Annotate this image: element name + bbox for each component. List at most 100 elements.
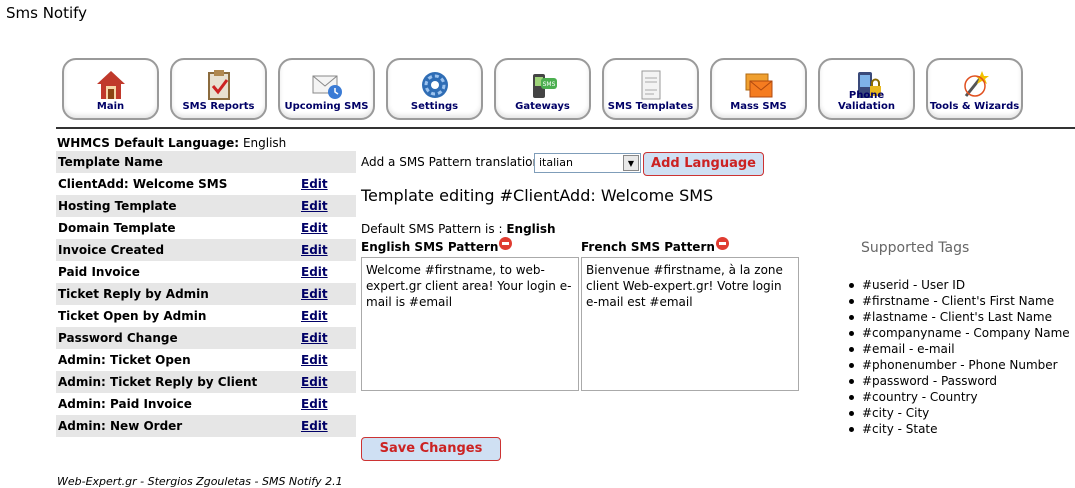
template-name: Admin: New Order: [58, 419, 183, 433]
footer: Web-Expert.gr - Stergios Zgouletas - SMS…: [57, 475, 343, 488]
house-icon: [96, 71, 125, 99]
wand-tools-icon: [963, 71, 989, 97]
toolbar-tools-wizards-label: Tools & Wizards: [929, 101, 1020, 112]
list-item: #lastname - Client's Last Name: [849, 309, 1070, 325]
template-name: Paid Invoice: [58, 265, 140, 279]
language-select-value: italian: [539, 156, 573, 169]
template-name: Admin: Ticket Open: [58, 353, 191, 367]
french-pattern-textarea[interactable]: Bienvenue #firstname, à la zone client W…: [581, 257, 799, 391]
add-language-button[interactable]: Add Language: [643, 152, 764, 176]
chevron-down-icon[interactable]: ▼: [623, 155, 639, 171]
toolbar-sms-reports-button[interactable]: SMS Reports: [170, 58, 267, 120]
template-document-icon: [641, 70, 660, 100]
table-row: Admin: Ticket Open Edit: [56, 349, 356, 371]
edit-link[interactable]: Edit: [301, 419, 328, 433]
template-name: Ticket Reply by Admin: [58, 287, 209, 301]
phone-sms-icon: SMS: [532, 74, 557, 98]
french-pattern-title: French SMS Pattern: [581, 240, 715, 254]
english-pattern-textarea[interactable]: Welcome #firstname, to web-expert.gr cli…: [361, 257, 579, 391]
whmcs-language-label: WHMCS Default Language:: [57, 136, 240, 150]
edit-link[interactable]: Edit: [301, 243, 328, 257]
toolbar-mass-sms-button[interactable]: Mass SMS: [710, 58, 807, 120]
template-name-header: Template Name: [58, 155, 163, 169]
clipboard-check-icon: [207, 70, 230, 100]
header-divider: [56, 127, 1075, 129]
table-row: Admin: Ticket Reply by Client Edit: [56, 371, 356, 393]
edit-link[interactable]: Edit: [301, 265, 328, 279]
remove-icon[interactable]: [715, 236, 729, 250]
table-row: Invoice Created Edit: [56, 239, 356, 261]
edit-link[interactable]: Edit: [301, 287, 328, 301]
list-item: #companyname - Company Name: [849, 325, 1070, 341]
list-item: #city - State: [849, 421, 1070, 437]
table-row: Password Change Edit: [56, 327, 356, 349]
template-name: Invoice Created: [58, 243, 165, 257]
language-select[interactable]: italian ▼: [534, 153, 641, 173]
table-row: Ticket Reply by Admin Edit: [56, 283, 356, 305]
table-row: Paid Invoice Edit: [56, 261, 356, 283]
edit-link[interactable]: Edit: [301, 177, 328, 191]
template-name: Admin: Ticket Reply by Client: [58, 375, 258, 389]
table-row: Admin: New Order Edit: [56, 415, 356, 437]
template-name: Hosting Template: [58, 199, 177, 213]
default-pattern-value: English: [506, 222, 556, 236]
toolbar-phone-validation-button[interactable]: Phone Validation: [818, 58, 915, 120]
toolbar-main-label: Main: [96, 101, 125, 112]
template-name: Admin: Paid Invoice: [58, 397, 192, 411]
table-row: Admin: Paid Invoice Edit: [56, 393, 356, 415]
toolbar-sms-templates-button[interactable]: SMS Templates: [602, 58, 699, 120]
table-row: Hosting Template Edit: [56, 195, 356, 217]
template-table: Template Name ClientAdd: Welcome SMS Edi…: [56, 151, 356, 437]
edit-link[interactable]: Edit: [301, 353, 328, 367]
save-changes-button[interactable]: Save Changes: [361, 437, 501, 461]
list-item: #email - e-mail: [849, 341, 1070, 357]
edit-link[interactable]: Edit: [301, 199, 328, 213]
svg-text:SMS: SMS: [542, 81, 555, 88]
template-name: Domain Template: [58, 221, 176, 235]
supported-tags-title: Supported Tags: [861, 240, 970, 256]
main-toolbar: Main SMS Reports Upcoming SMS Settings S…: [62, 58, 1024, 120]
add-translation-label: Add a SMS Pattern translation:: [361, 155, 545, 169]
gear-icon: [421, 72, 448, 98]
app-title: Sms Notify: [6, 4, 88, 22]
envelope-clock-icon: [312, 75, 342, 99]
edit-link[interactable]: Edit: [301, 331, 328, 345]
french-pattern-label: French SMS Pattern: [581, 236, 729, 254]
editing-title: Template editing #ClientAdd: Welcome SMS: [361, 186, 714, 205]
toolbar-gateways-label: Gateways: [515, 101, 570, 112]
toolbar-main-button[interactable]: Main: [62, 58, 159, 120]
toolbar-gateways-button[interactable]: SMS Gateways: [494, 58, 591, 120]
list-item: #city - City: [849, 405, 1070, 421]
envelopes-icon: [745, 73, 772, 98]
toolbar-sms-reports-label: SMS Reports: [182, 101, 255, 112]
toolbar-upcoming-sms-button[interactable]: Upcoming SMS: [278, 58, 375, 120]
template-name: Ticket Open by Admin: [58, 309, 207, 323]
english-pattern-title: English SMS Pattern: [361, 240, 499, 254]
list-item: #phonenumber - Phone Number: [849, 357, 1070, 373]
list-item: #password - Password: [849, 373, 1070, 389]
table-row: ClientAdd: Welcome SMS Edit: [56, 173, 356, 195]
toolbar-mass-sms-label: Mass SMS: [730, 101, 787, 112]
supported-tags-list: #userid - User ID #firstname - Client's …: [849, 277, 1070, 437]
table-row: Domain Template Edit: [56, 217, 356, 239]
template-table-header: Template Name: [56, 151, 356, 173]
edit-link[interactable]: Edit: [301, 397, 328, 411]
list-item: #firstname - Client's First Name: [849, 293, 1070, 309]
whmcs-language-value: English: [242, 136, 287, 150]
edit-link[interactable]: Edit: [301, 375, 328, 389]
toolbar-sms-templates-label: SMS Templates: [607, 101, 694, 112]
edit-link[interactable]: Edit: [301, 221, 328, 235]
toolbar-settings-label: Settings: [410, 101, 459, 112]
toolbar-phone-validation-label: Phone Validation: [838, 90, 895, 112]
english-pattern-label: English SMS Pattern: [361, 236, 513, 254]
template-name: ClientAdd: Welcome SMS: [58, 177, 228, 191]
edit-link[interactable]: Edit: [301, 309, 328, 323]
list-item: #country - Country: [849, 389, 1070, 405]
remove-icon[interactable]: [499, 236, 513, 250]
default-pattern-label: Default SMS Pattern is :: [361, 222, 503, 236]
toolbar-upcoming-sms-label: Upcoming SMS: [284, 101, 369, 112]
toolbar-settings-button[interactable]: Settings: [386, 58, 483, 120]
template-name: Password Change: [58, 331, 178, 345]
toolbar-tools-wizards-button[interactable]: Tools & Wizards: [926, 58, 1023, 120]
table-row: Ticket Open by Admin Edit: [56, 305, 356, 327]
